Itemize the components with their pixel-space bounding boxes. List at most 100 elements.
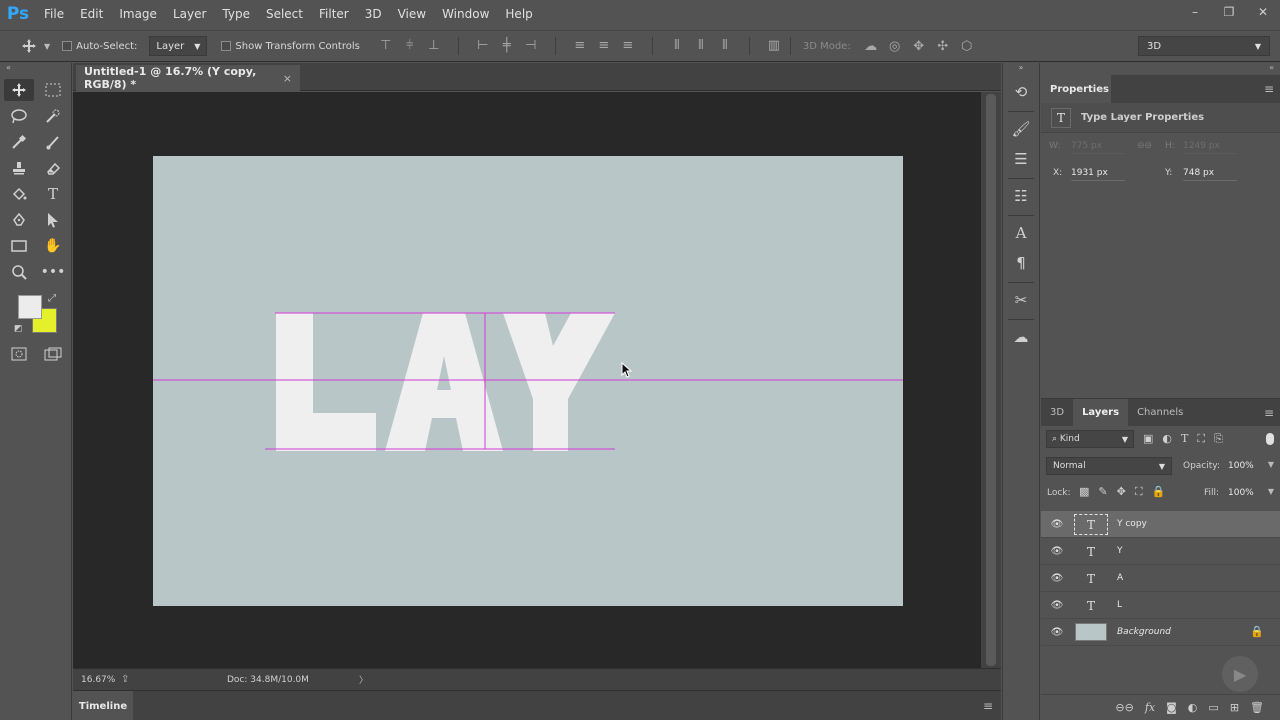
collapse-icon[interactable]: « bbox=[0, 63, 71, 75]
align-right-icon[interactable]: ⊣ bbox=[523, 37, 539, 53]
lasso-tool-icon[interactable] bbox=[4, 105, 34, 127]
lock-pixels-icon[interactable]: ✎ bbox=[1098, 485, 1107, 499]
swap-colors-icon[interactable]: ⤢ bbox=[48, 293, 56, 304]
tool-presets-icon[interactable]: ✂ bbox=[1006, 287, 1036, 313]
brush-tool-icon[interactable] bbox=[38, 131, 68, 153]
scrollbar-thumb[interactable] bbox=[986, 94, 996, 666]
width-field[interactable]: 775 px bbox=[1071, 141, 1125, 154]
lock-all-icon[interactable]: 🔒 bbox=[1152, 485, 1166, 499]
layer-row-y-copy[interactable]: 👁 T Y copy bbox=[1041, 511, 1280, 538]
slide-3d-icon[interactable]: ✣ bbox=[935, 38, 951, 54]
move-tool-preset-icon[interactable] bbox=[14, 31, 44, 61]
show-transform-checkbox[interactable]: Show Transform Controls bbox=[221, 41, 360, 52]
x-field[interactable]: 1931 px bbox=[1071, 168, 1125, 181]
layer-row-background[interactable]: 👁 Background 🔒 bbox=[1041, 619, 1280, 646]
foreground-color-swatch[interactable] bbox=[18, 295, 42, 319]
distribute-vcenter-icon[interactable]: ≡ bbox=[596, 37, 612, 53]
auto-align-icon[interactable]: ▥ bbox=[766, 37, 782, 53]
fill-slider-icon[interactable]: ▼ bbox=[1268, 487, 1274, 496]
auto-select-check-icon[interactable] bbox=[62, 41, 73, 51]
visibility-eye-icon[interactable]: 👁 bbox=[1050, 626, 1064, 638]
filter-toggle-icon[interactable] bbox=[1266, 433, 1274, 445]
menu-view[interactable]: View bbox=[390, 0, 434, 28]
lock-position-icon[interactable]: ✥ bbox=[1117, 485, 1126, 499]
document-canvas[interactable] bbox=[153, 156, 903, 606]
add-mask-icon[interactable]: ◙ bbox=[1166, 701, 1177, 714]
layer-row-y[interactable]: 👁 T Y bbox=[1041, 538, 1280, 565]
history-panel-icon[interactable]: ⟲ bbox=[1006, 79, 1036, 105]
distribute-bottom-icon[interactable]: ≡ bbox=[620, 37, 636, 53]
visibility-eye-icon[interactable]: 👁 bbox=[1050, 518, 1064, 530]
screen-mode-icon[interactable] bbox=[38, 343, 68, 365]
character-panel-icon[interactable]: A bbox=[1006, 220, 1036, 246]
default-colors-icon[interactable]: ◩ bbox=[14, 324, 23, 334]
tab-layers[interactable]: Layers bbox=[1073, 399, 1129, 426]
auto-select-checkbox[interactable]: Auto-Select: bbox=[62, 41, 137, 52]
distribute-right-icon[interactable]: ⦀ bbox=[717, 37, 733, 53]
drag-3d-icon[interactable]: ✥ bbox=[911, 38, 927, 54]
zoom-tool-icon[interactable] bbox=[4, 261, 34, 283]
eyedropper-tool-icon[interactable] bbox=[4, 131, 34, 153]
kind-filter-dropdown[interactable]: ⌕ Kind ▼ bbox=[1046, 430, 1134, 448]
opacity-field[interactable]: 100% bbox=[1228, 461, 1254, 471]
paragraph-panel-icon[interactable]: ¶ bbox=[1006, 250, 1036, 276]
fx-icon[interactable]: fx bbox=[1145, 701, 1155, 714]
minimize-button[interactable]: – bbox=[1178, 0, 1212, 24]
panel-menu-icon[interactable]: ≡ bbox=[1264, 82, 1274, 96]
align-bottom-icon[interactable]: ⊥ bbox=[426, 37, 442, 53]
rectangle-tool-icon[interactable] bbox=[4, 235, 34, 257]
menu-help[interactable]: Help bbox=[497, 0, 540, 28]
pen-tool-icon[interactable] bbox=[4, 209, 34, 231]
align-vcenter-icon[interactable]: ⫩ bbox=[402, 37, 418, 53]
filter-pixel-icon[interactable]: ▣ bbox=[1143, 432, 1153, 446]
fill-field[interactable]: 100% bbox=[1228, 488, 1254, 498]
share-icon[interactable]: ⇪ bbox=[121, 674, 141, 685]
y-field[interactable]: 748 px bbox=[1183, 168, 1237, 181]
link-icon[interactable]: ⊖⊖ bbox=[1137, 141, 1152, 151]
layer-row-l[interactable]: 👁 T L bbox=[1041, 592, 1280, 619]
roll-3d-icon[interactable]: ◎ bbox=[887, 38, 903, 54]
new-layer-icon[interactable]: ⊞ bbox=[1230, 701, 1239, 714]
adjustment-layer-icon[interactable]: ◐ bbox=[1188, 701, 1198, 714]
lock-transparent-icon[interactable]: ▩ bbox=[1079, 485, 1089, 499]
menu-file[interactable]: File bbox=[36, 0, 72, 28]
panel-menu-icon[interactable]: ≡ bbox=[983, 699, 993, 713]
brush-presets-icon[interactable]: 🖌 bbox=[1006, 116, 1036, 142]
menu-image[interactable]: Image bbox=[111, 0, 165, 28]
filter-adjustment-icon[interactable]: ◐ bbox=[1162, 432, 1172, 446]
close-button[interactable]: ✕ bbox=[1246, 0, 1280, 24]
eraser-tool-icon[interactable] bbox=[38, 157, 68, 179]
blend-mode-dropdown[interactable]: Normal ▼ bbox=[1046, 457, 1172, 475]
more-tools-icon[interactable]: ••• bbox=[38, 261, 68, 283]
libraries-icon[interactable]: ☁ bbox=[1006, 324, 1036, 350]
expand-dock-icon[interactable]: » bbox=[1003, 63, 1039, 75]
auto-select-target-dropdown[interactable]: Layer ▼ bbox=[149, 36, 208, 56]
height-field[interactable]: 1249 px bbox=[1183, 141, 1237, 154]
panel-menu-icon[interactable]: ≡ bbox=[1264, 406, 1274, 420]
properties-tab[interactable]: Properties bbox=[1041, 75, 1111, 103]
zoom-level[interactable]: 16.67% bbox=[73, 675, 121, 685]
menu-edit[interactable]: Edit bbox=[72, 0, 111, 28]
status-menu-icon[interactable]: 〉 bbox=[359, 673, 368, 686]
visibility-eye-icon[interactable]: 👁 bbox=[1050, 545, 1064, 557]
menu-layer[interactable]: Layer bbox=[165, 0, 214, 28]
stamp-tool-icon[interactable] bbox=[4, 157, 34, 179]
hand-tool-icon[interactable]: ✋ bbox=[38, 235, 68, 257]
filter-type-icon[interactable]: T bbox=[1181, 432, 1188, 446]
distribute-left-icon[interactable]: ⦀ bbox=[669, 37, 685, 53]
new-group-icon[interactable]: ▭ bbox=[1208, 701, 1218, 714]
clone-source-icon[interactable]: ☷ bbox=[1006, 183, 1036, 209]
tab-3d[interactable]: 3D bbox=[1041, 399, 1073, 426]
visibility-eye-icon[interactable]: 👁 bbox=[1050, 572, 1064, 584]
close-tab-icon[interactable]: × bbox=[283, 72, 292, 85]
visibility-eye-icon[interactable]: 👁 bbox=[1050, 599, 1064, 611]
orbit-3d-icon[interactable]: ☁ bbox=[863, 38, 879, 54]
quick-mask-icon[interactable] bbox=[4, 343, 34, 365]
show-transform-check-icon[interactable] bbox=[221, 41, 232, 51]
marquee-tool-icon[interactable] bbox=[38, 79, 68, 101]
workspace-dropdown[interactable]: 3D ▼ bbox=[1138, 36, 1270, 56]
align-left-icon[interactable]: ⊢ bbox=[475, 37, 491, 53]
tab-channels[interactable]: Channels bbox=[1128, 399, 1192, 426]
preset-dropdown-icon[interactable]: ▼ bbox=[44, 42, 50, 51]
path-select-tool-icon[interactable] bbox=[38, 209, 68, 231]
